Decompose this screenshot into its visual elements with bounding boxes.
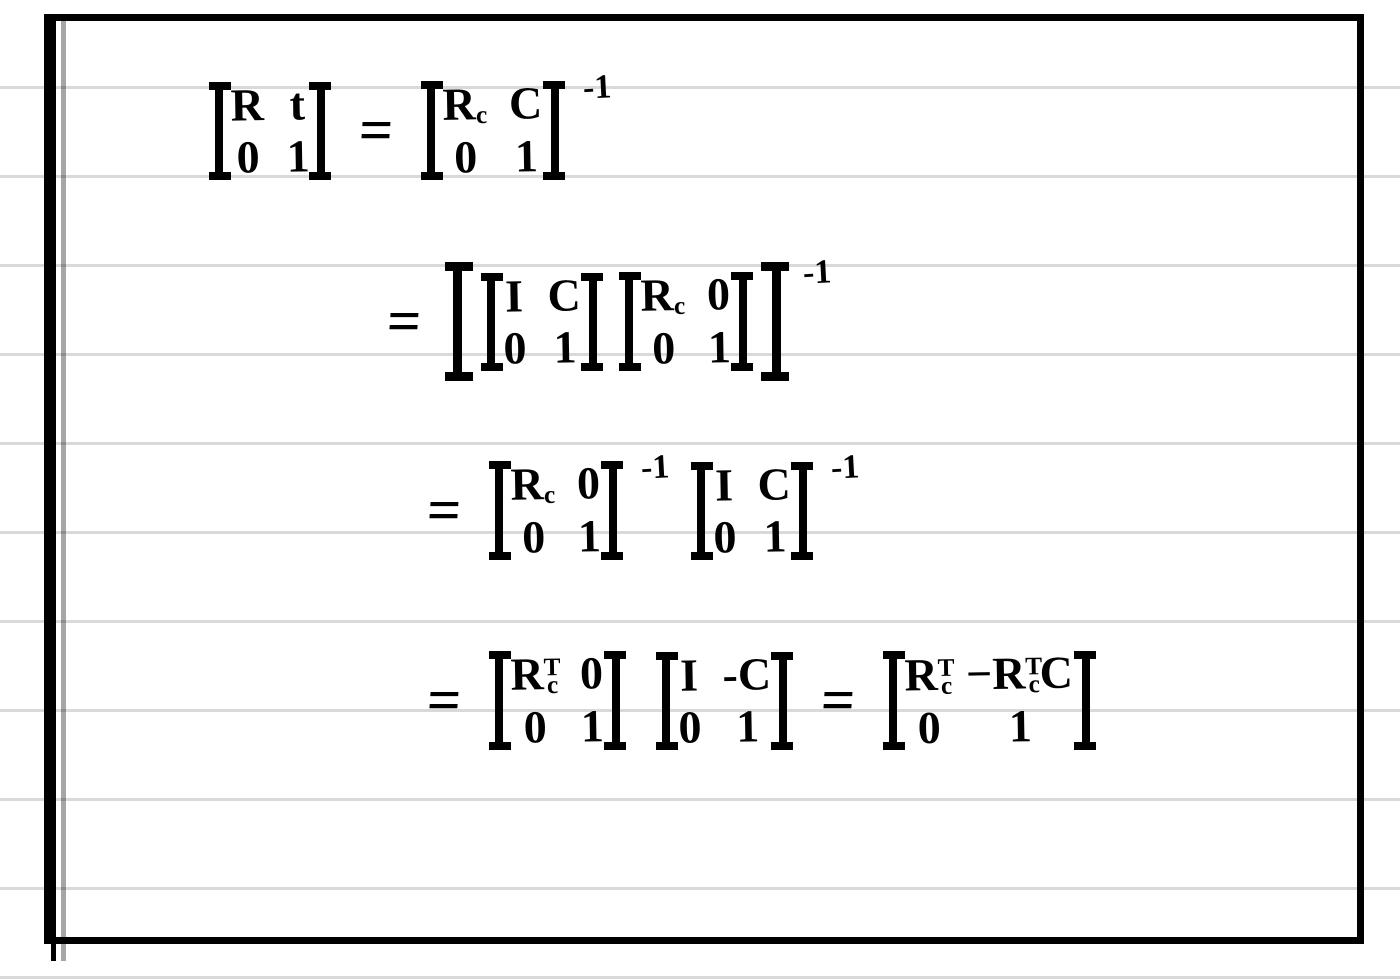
cell: I xyxy=(677,652,701,698)
equals-sign: = xyxy=(379,287,430,356)
cell: 1 xyxy=(581,703,605,749)
cell: C xyxy=(757,461,791,508)
exponent: -1 xyxy=(640,448,670,487)
cell: 0 xyxy=(511,514,556,561)
matrix-IC-inverse: I C 0 1 xyxy=(683,452,821,570)
cell: I xyxy=(712,462,736,508)
cell: 1 xyxy=(510,133,544,180)
cell: 1 xyxy=(708,324,732,370)
cell: C xyxy=(509,80,543,128)
derivation-line-2: = I C 0 1 Rc 0 0 1 xyxy=(381,256,831,387)
cell: RTc xyxy=(510,651,558,699)
cell: 0 xyxy=(511,704,559,751)
matrix-Rc-inverse: Rc 0 0 1 xyxy=(481,451,630,570)
cell: 1 xyxy=(578,513,602,559)
equals-sign: = xyxy=(351,96,402,165)
cell: Rc xyxy=(443,81,488,129)
cell: 0 xyxy=(231,134,265,181)
cell: 1 xyxy=(967,703,1075,751)
matrix-rhs: Rc C 0 1 xyxy=(413,71,573,190)
equals-sign: = xyxy=(419,476,470,545)
equals-sign: = xyxy=(813,666,864,735)
derivation-line-4: = RTc 0 0 1 I -C 0 1 = RT xyxy=(421,641,1104,760)
exponent: -1 xyxy=(830,448,860,487)
cell: Rc xyxy=(641,272,686,320)
equals-sign: = xyxy=(419,666,470,735)
cell: -C xyxy=(722,651,771,698)
cell: 0 xyxy=(905,705,953,752)
left-margin-line xyxy=(51,17,56,961)
cell: 0 xyxy=(713,514,737,560)
exponent: -1 xyxy=(802,253,832,292)
cell: 0 xyxy=(577,460,601,507)
matrix-factor-Rc-0: Rc 0 0 1 xyxy=(611,262,760,381)
cell: 0 xyxy=(642,325,687,372)
cell: t xyxy=(285,81,309,127)
cell: Rc xyxy=(510,461,555,509)
matrix-factor-I-C: I C 0 1 xyxy=(473,263,611,381)
cell: 1 xyxy=(548,324,582,371)
derivation-line-1: R t 0 1 = Rc C 0 1 -1 xyxy=(201,71,611,190)
cell: R xyxy=(230,82,264,129)
cell: 0 xyxy=(580,650,604,697)
matrix-result: RTc −RTcC 0 1 xyxy=(875,641,1103,760)
cell: 1 xyxy=(286,133,310,179)
matrix-RcT: RTc 0 0 1 xyxy=(481,641,633,760)
cell: 1 xyxy=(758,513,792,560)
cell: 0 xyxy=(678,704,702,750)
cell: 1 xyxy=(723,703,772,750)
cell: 0 xyxy=(444,134,489,181)
cell: 0 xyxy=(707,271,731,318)
derivation-line-3: = Rc 0 0 1 -1 I C 0 1 -1 xyxy=(421,451,860,570)
cell: −RTcC xyxy=(966,650,1074,699)
cell: RTc xyxy=(905,652,953,700)
exponent: -1 xyxy=(582,68,612,107)
cell: 0 xyxy=(503,325,527,371)
left-margin-line-faint xyxy=(61,17,66,961)
matrix-lhs: R t 0 1 xyxy=(201,72,339,190)
page-frame: R t 0 1 = Rc C 0 1 -1 = xyxy=(44,14,1364,944)
outer-bracket-group: I C 0 1 Rc 0 0 1 xyxy=(441,256,793,387)
cell: C xyxy=(547,272,581,319)
cell: I xyxy=(502,273,526,319)
matrix-I-negC: I -C 0 1 xyxy=(648,642,802,760)
